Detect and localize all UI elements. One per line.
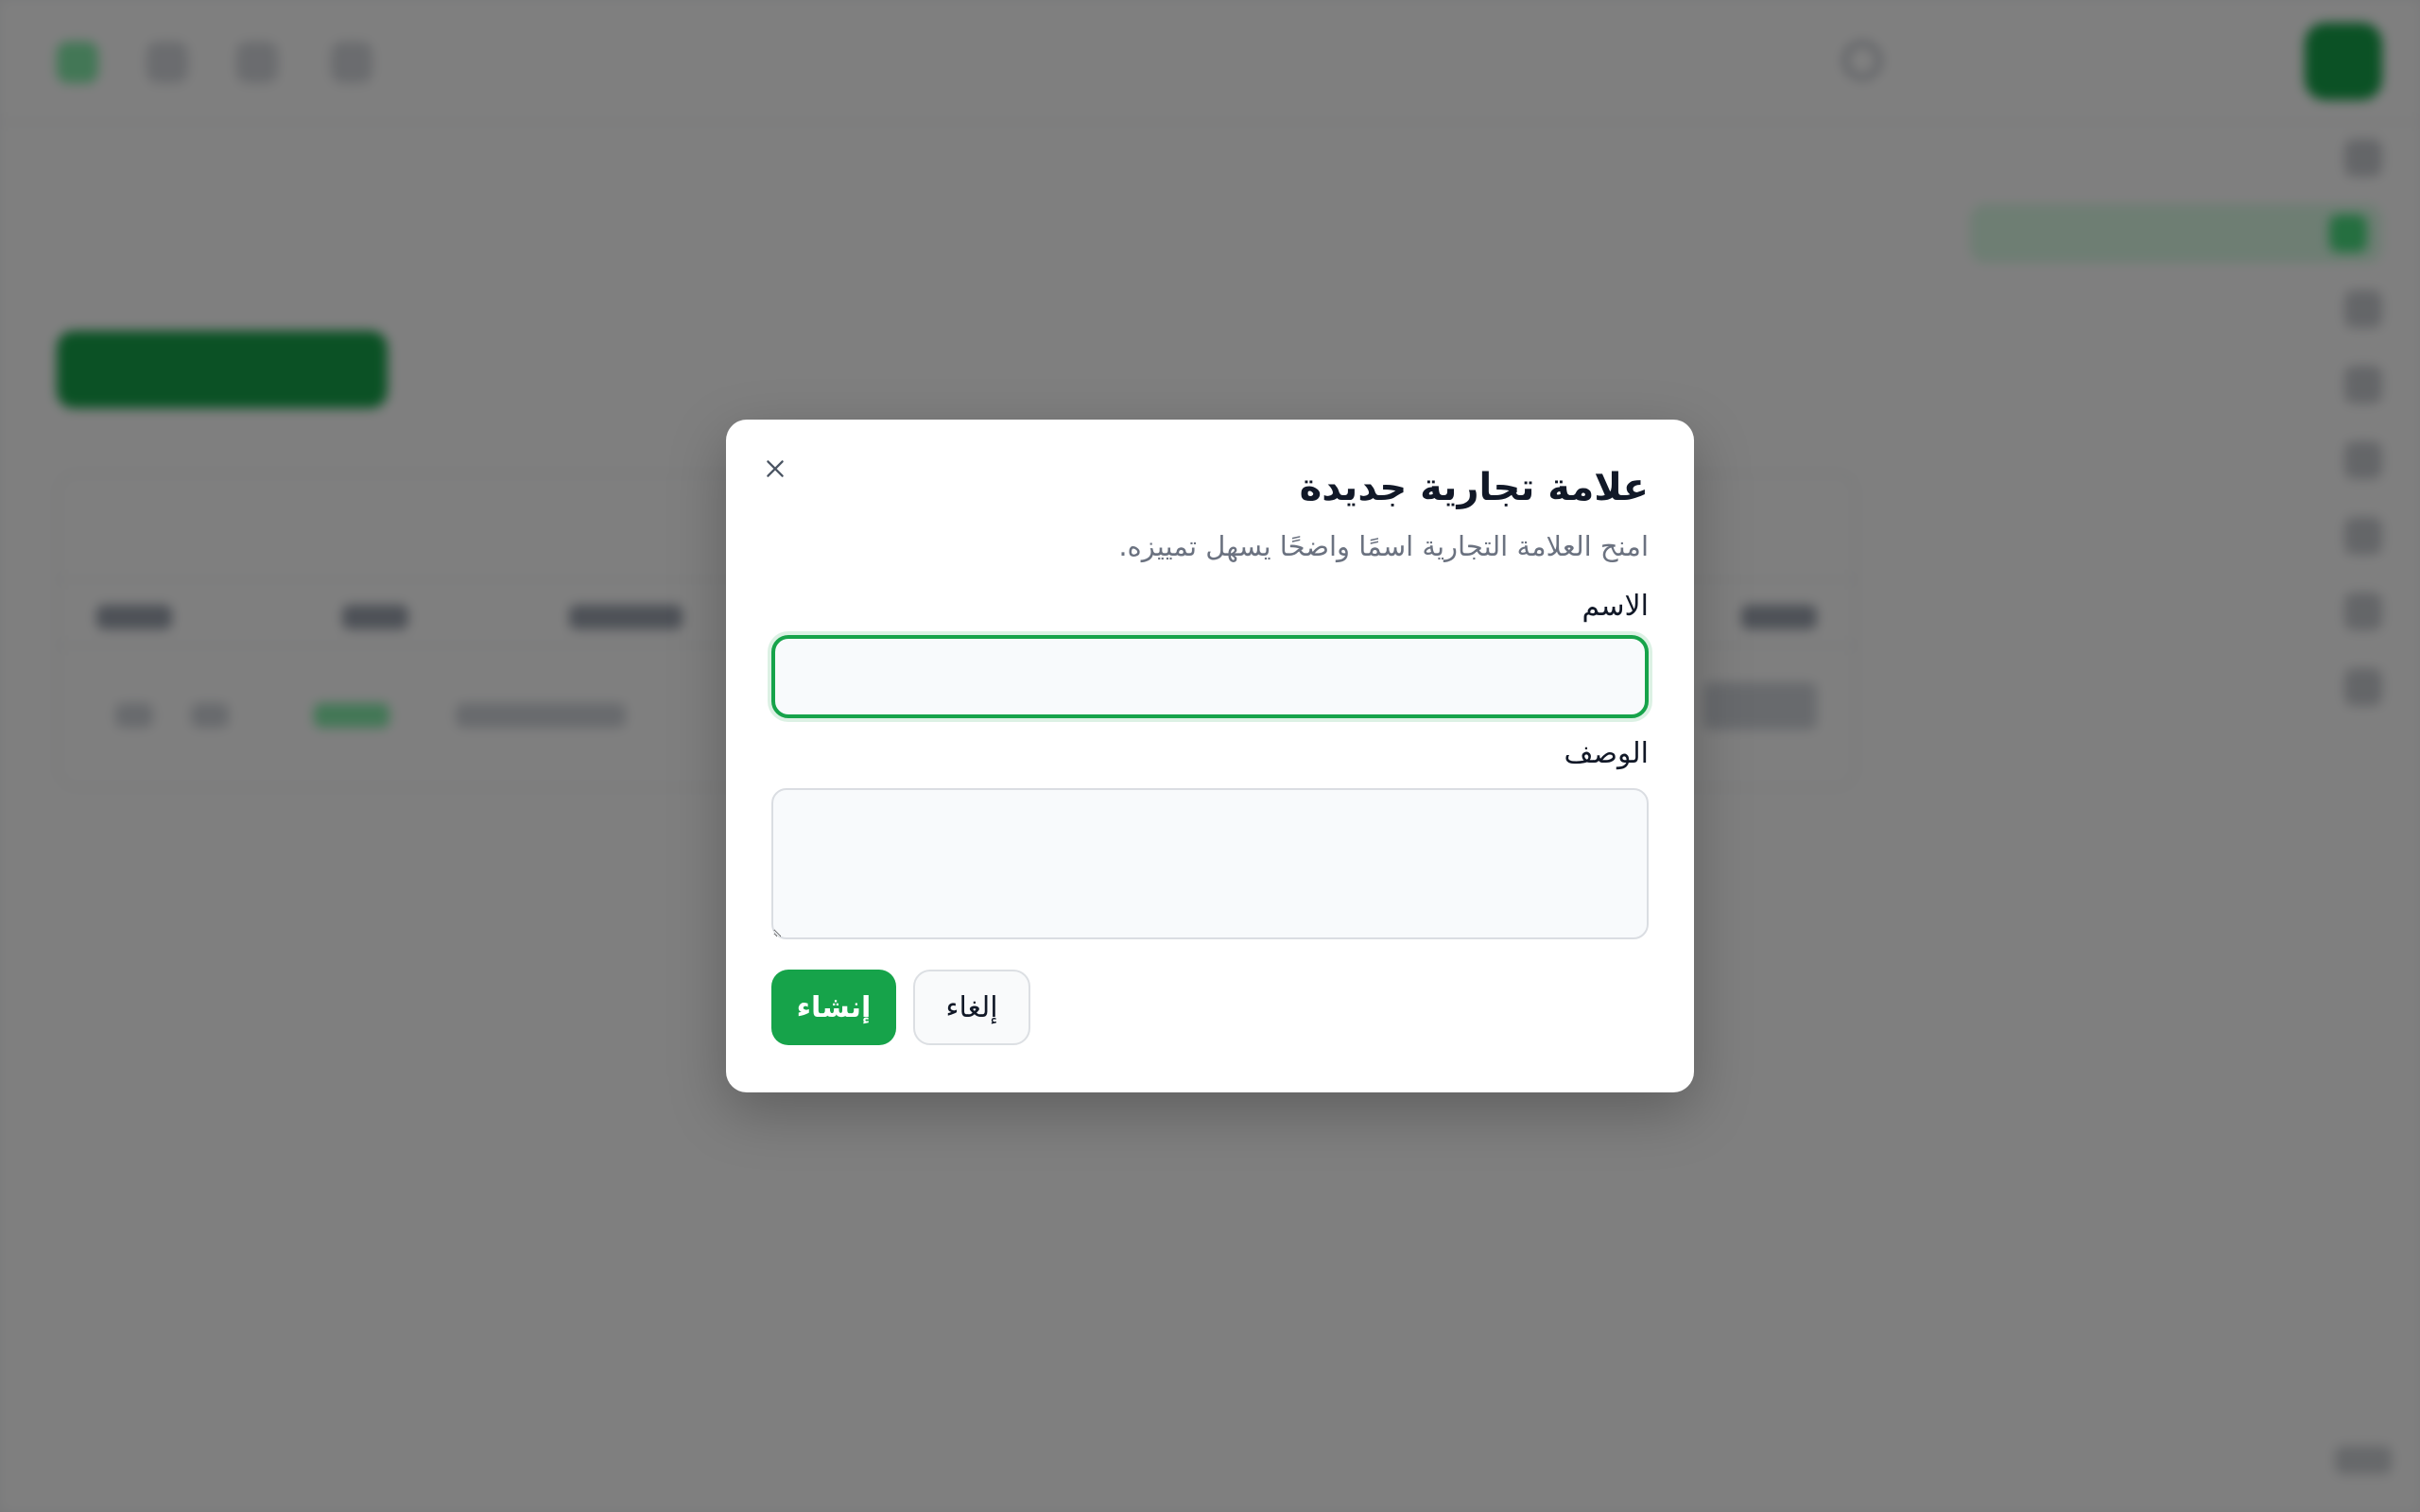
description-label: الوصف [1564, 737, 1649, 770]
dialog-description: امنح العلامة التجارية اسمًا واضحًا يسهل … [1118, 530, 1649, 562]
cancel-button[interactable]: إلغاء [913, 970, 1030, 1045]
description-textarea[interactable] [771, 788, 1649, 939]
name-label: الاسم [1582, 590, 1649, 623]
close-icon [767, 460, 784, 477]
create-button[interactable]: إنشاء [771, 970, 896, 1045]
dialog-title: علامة تجارية جديدة [1299, 466, 1649, 509]
close-button[interactable] [754, 448, 796, 490]
name-input[interactable] [771, 635, 1649, 718]
new-brand-dialog: علامة تجارية جديدة امنح العلامة التجارية… [726, 420, 1694, 1092]
